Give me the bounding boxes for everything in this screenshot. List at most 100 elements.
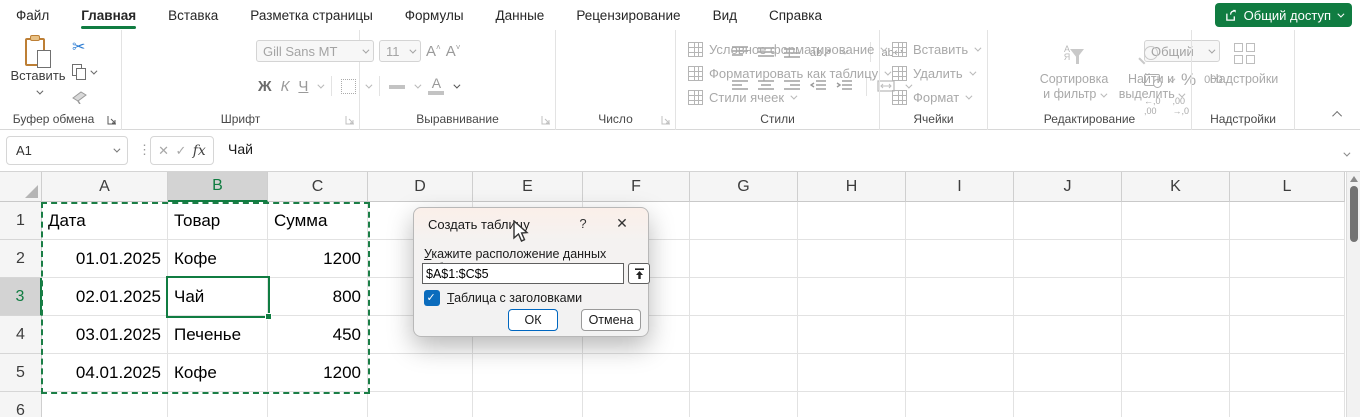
cell-K3[interactable] [1122, 278, 1230, 316]
cell-K5[interactable] [1122, 354, 1230, 392]
row-header-6[interactable]: 6 [0, 392, 42, 417]
cancel-entry-button[interactable]: ✕ [158, 143, 169, 159]
column-header-A[interactable]: A [42, 172, 168, 202]
cell-A3[interactable]: 02.01.2025 [42, 278, 168, 316]
font-name-select[interactable]: Gill Sans MT [256, 40, 374, 62]
cell-B6[interactable] [168, 392, 268, 417]
cell-L3[interactable] [1230, 278, 1345, 316]
italic-button[interactable]: К [281, 78, 290, 95]
column-header-H[interactable]: H [798, 172, 906, 202]
conditional-formatting-button[interactable]: Условное форматирование [688, 40, 889, 58]
insert-function-button[interactable]: fx [193, 143, 206, 159]
addins-button[interactable]: Надстройки [1204, 38, 1284, 87]
column-header-G[interactable]: G [690, 172, 798, 202]
expand-formula-bar-button[interactable] [1343, 144, 1351, 162]
column-header-F[interactable]: F [583, 172, 690, 202]
bold-button[interactable]: Ж [258, 78, 272, 95]
cell-styles-button[interactable]: Стили ячеек [688, 88, 889, 106]
cell-H1[interactable] [798, 202, 906, 240]
menu-tab-Справка[interactable]: Справка [769, 0, 822, 30]
column-header-K[interactable]: K [1122, 172, 1230, 202]
cell-A1[interactable]: Дата [42, 202, 168, 240]
cell-L6[interactable] [1230, 392, 1345, 417]
cell-J6[interactable] [1014, 392, 1122, 417]
format-cells-button[interactable]: Формат [892, 88, 979, 106]
column-header-I[interactable]: I [906, 172, 1014, 202]
cell-B4[interactable]: Печенье [168, 316, 268, 354]
borders-button[interactable] [341, 78, 357, 94]
column-header-C[interactable]: C [268, 172, 368, 202]
menu-tab-Рецензирование[interactable]: Рецензирование [576, 0, 680, 30]
scrollbar-thumb[interactable] [1350, 186, 1358, 242]
cell-F5[interactable] [583, 354, 690, 392]
scroll-up-arrow-icon[interactable] [1350, 176, 1358, 182]
format-as-table-button[interactable]: Форматировать как таблицу [688, 64, 892, 82]
cell-C5[interactable]: 1200 [268, 354, 368, 392]
table-range-input[interactable] [422, 263, 624, 284]
cell-H5[interactable] [798, 354, 906, 392]
cell-I4[interactable] [906, 316, 1014, 354]
cell-C1[interactable]: Сумма [268, 202, 368, 240]
clipboard-dialog-launcher[interactable] [107, 115, 117, 125]
cell-B1[interactable]: Товар [168, 202, 268, 240]
alignment-dialog-launcher[interactable] [541, 115, 551, 125]
cell-E5[interactable] [473, 354, 583, 392]
cancel-button[interactable]: Отмена [581, 309, 641, 331]
cell-J3[interactable] [1014, 278, 1122, 316]
menu-tab-Данные[interactable]: Данные [496, 0, 545, 30]
cell-C2[interactable]: 1200 [268, 240, 368, 278]
cell-I5[interactable] [906, 354, 1014, 392]
column-header-B[interactable]: B [168, 172, 268, 202]
copy-button[interactable] [72, 63, 98, 81]
menu-tab-Вид[interactable]: Вид [713, 0, 737, 30]
menu-tab-Вставка[interactable]: Вставка [168, 0, 218, 30]
column-header-J[interactable]: J [1014, 172, 1122, 202]
ok-button[interactable]: ОК [508, 309, 558, 331]
dialog-close-button[interactable]: ✕ [612, 215, 632, 232]
cell-A5[interactable]: 04.01.2025 [42, 354, 168, 392]
share-button[interactable]: Общий доступ [1214, 3, 1352, 27]
cell-K2[interactable] [1122, 240, 1230, 278]
row-header-5[interactable]: 5 [0, 354, 42, 392]
row-header-3[interactable]: 3 [0, 278, 42, 316]
dialog-help-button[interactable]: ? [574, 216, 592, 231]
cell-K4[interactable] [1122, 316, 1230, 354]
underline-button[interactable]: Ч [298, 78, 308, 95]
cell-A4[interactable]: 03.01.2025 [42, 316, 168, 354]
cell-B2[interactable]: Кофе [168, 240, 268, 278]
cell-G5[interactable] [690, 354, 798, 392]
cell-C4[interactable]: 450 [268, 316, 368, 354]
cell-L2[interactable] [1230, 240, 1345, 278]
row-header-4[interactable]: 4 [0, 316, 42, 354]
formula-content[interactable]: Чай [228, 141, 253, 157]
cell-F6[interactable] [583, 392, 690, 417]
find-select-button[interactable]: Найти и выделить [1116, 38, 1186, 102]
cell-G3[interactable] [690, 278, 798, 316]
font-dialog-launcher[interactable] [345, 115, 355, 125]
cell-H2[interactable] [798, 240, 906, 278]
cell-E6[interactable] [473, 392, 583, 417]
collapse-dialog-button[interactable] [628, 263, 650, 284]
select-all-button[interactable] [0, 172, 42, 202]
cell-I6[interactable] [906, 392, 1014, 417]
cell-G2[interactable] [690, 240, 798, 278]
cell-A6[interactable] [42, 392, 168, 417]
enter-entry-button[interactable]: ✓ [175, 143, 186, 159]
menu-tab-Разметка страницы[interactable]: Разметка страницы [250, 0, 372, 30]
row-header-1[interactable]: 1 [0, 202, 42, 240]
checkbox-checked-icon[interactable] [424, 290, 440, 306]
column-header-L[interactable]: L [1230, 172, 1345, 202]
cell-G1[interactable] [690, 202, 798, 240]
cell-G4[interactable] [690, 316, 798, 354]
fill-handle[interactable] [265, 313, 272, 320]
cell-L5[interactable] [1230, 354, 1345, 392]
cell-J2[interactable] [1014, 240, 1122, 278]
cell-L4[interactable] [1230, 316, 1345, 354]
cell-J4[interactable] [1014, 316, 1122, 354]
cell-H6[interactable] [798, 392, 906, 417]
cell-I1[interactable] [906, 202, 1014, 240]
menu-tab-Формулы[interactable]: Формулы [405, 0, 464, 30]
name-box[interactable]: A1 [6, 136, 128, 165]
vertical-scrollbar[interactable] [1346, 172, 1360, 417]
cell-B5[interactable]: Кофе [168, 354, 268, 392]
